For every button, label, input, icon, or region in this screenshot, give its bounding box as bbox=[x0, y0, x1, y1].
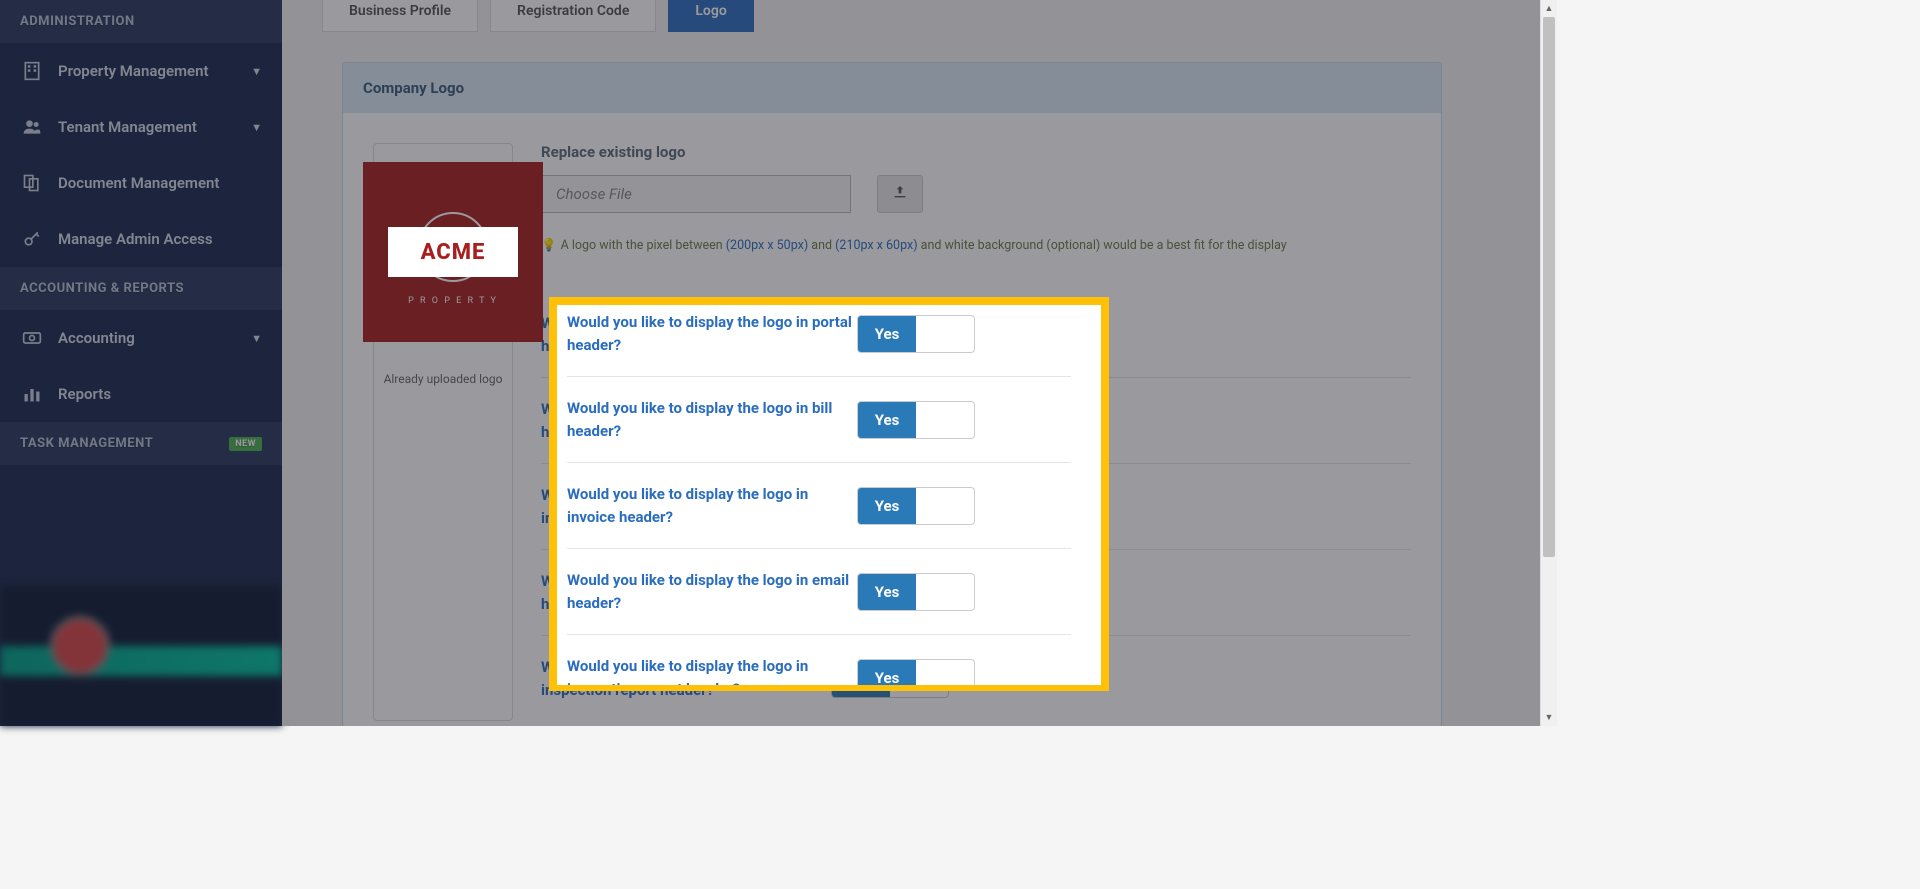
logo-subtext: P R O P E R T Y bbox=[408, 296, 498, 306]
option-bill-header-hl: Would you like to display the logo in bi… bbox=[567, 377, 1071, 463]
toggle-bill-hl[interactable]: Yes bbox=[857, 401, 975, 439]
file-input-placeholder: Choose File bbox=[556, 185, 632, 203]
logo-brand-text: ACME bbox=[388, 227, 518, 277]
sidebar-header-accounting: ACCOUNTING & REPORTS bbox=[0, 267, 282, 310]
highlight-content: Would you like to display the logo in po… bbox=[557, 305, 1101, 685]
toggle-yes: Yes bbox=[858, 660, 916, 686]
logo-preview-box: ACME P R O P E R T Y Already uploaded lo… bbox=[373, 143, 513, 721]
chart-icon bbox=[20, 384, 44, 404]
chevron-down-icon: ▼ bbox=[251, 121, 262, 134]
building-icon bbox=[20, 61, 44, 81]
option-label: Would you like to display the logo in po… bbox=[567, 311, 857, 356]
toggle-inspection-hl[interactable]: Yes bbox=[857, 659, 975, 686]
sidebar-item-tenant[interactable]: Tenant Management ▼ bbox=[0, 99, 282, 155]
option-label: Would you like to display the logo in em… bbox=[567, 569, 857, 614]
scrollbar-track[interactable]: ▲ ▼ bbox=[1540, 0, 1557, 726]
sidebar-header-label: TASK MANAGEMENT bbox=[20, 436, 153, 451]
already-uploaded-label: Already uploaded logo bbox=[384, 370, 503, 388]
option-inspection-header-hl: Would you like to display the logo in in… bbox=[567, 635, 1071, 685]
logo-image: ACME P R O P E R T Y bbox=[363, 162, 543, 342]
panel-title: Company Logo bbox=[343, 63, 1441, 113]
sidebar-item-label: Document Management bbox=[58, 174, 262, 192]
chevron-down-icon: ▼ bbox=[251, 65, 262, 78]
document-icon bbox=[20, 173, 44, 193]
file-input[interactable]: Choose File bbox=[541, 175, 851, 213]
toggle-off bbox=[916, 402, 974, 438]
sidebar-item-label: Reports bbox=[58, 385, 262, 403]
option-portal-header-hl: Would you like to display the logo in po… bbox=[567, 311, 1071, 377]
tab-business-profile[interactable]: Business Profile bbox=[322, 0, 478, 32]
sidebar-item-reports[interactable]: Reports bbox=[0, 366, 282, 422]
tabs-row: Business Profile Registration Code Logo bbox=[282, 0, 1557, 32]
toggle-off bbox=[916, 488, 974, 524]
upload-icon bbox=[892, 184, 908, 204]
sidebar-header-task: TASK MANAGEMENT NEW bbox=[0, 422, 282, 465]
replace-logo-label: Replace existing logo bbox=[541, 143, 1411, 161]
toggle-email-hl[interactable]: Yes bbox=[857, 573, 975, 611]
logo-size-hint: 💡A logo with the pixel between (200px x … bbox=[541, 235, 1411, 256]
sidebar-item-label: Tenant Management bbox=[58, 118, 251, 136]
scrollbar-down[interactable]: ▼ bbox=[1541, 709, 1557, 726]
scrollbar-thumb[interactable] bbox=[1543, 17, 1555, 557]
sidebar-item-label: Manage Admin Access bbox=[58, 230, 262, 248]
toggle-portal-hl[interactable]: Yes bbox=[857, 315, 975, 353]
tab-logo[interactable]: Logo bbox=[668, 0, 753, 32]
sidebar-item-accounting[interactable]: Accounting ▼ bbox=[0, 310, 282, 366]
upload-button[interactable] bbox=[877, 175, 923, 213]
toggle-off bbox=[916, 660, 974, 686]
option-invoice-header-hl: Would you like to display the logo in in… bbox=[567, 463, 1071, 549]
sidebar-bottom-widget bbox=[0, 586, 282, 726]
toggle-yes: Yes bbox=[858, 402, 916, 438]
tab-registration-code[interactable]: Registration Code bbox=[490, 0, 656, 32]
sidebar-item-label: Accounting bbox=[58, 329, 251, 347]
users-icon bbox=[20, 117, 44, 137]
toggle-off bbox=[916, 316, 974, 352]
lightbulb-icon: 💡 bbox=[541, 238, 557, 253]
option-label: Would you like to display the logo in bi… bbox=[567, 397, 857, 442]
sidebar-item-document[interactable]: Document Management bbox=[0, 155, 282, 211]
option-label: Would you like to display the logo in in… bbox=[567, 655, 857, 685]
toggle-yes: Yes bbox=[858, 574, 916, 610]
scrollbar-up[interactable]: ▲ bbox=[1541, 0, 1557, 17]
sidebar-header-administration: ADMINISTRATION bbox=[0, 0, 282, 43]
sidebar-item-label: Property Management bbox=[58, 62, 251, 80]
toggle-yes: Yes bbox=[858, 488, 916, 524]
option-email-header-hl: Would you like to display the logo in em… bbox=[567, 549, 1071, 635]
option-label: Would you like to display the logo in in… bbox=[567, 483, 857, 528]
money-icon bbox=[20, 328, 44, 348]
new-badge: NEW bbox=[229, 437, 262, 451]
toggle-yes: Yes bbox=[858, 316, 916, 352]
sidebar: ADMINISTRATION Property Management ▼ Ten… bbox=[0, 0, 282, 726]
key-icon bbox=[20, 229, 44, 249]
app-root: ADMINISTRATION Property Management ▼ Ten… bbox=[0, 0, 1557, 726]
toggle-invoice-hl[interactable]: Yes bbox=[857, 487, 975, 525]
chevron-down-icon: ▼ bbox=[251, 332, 262, 345]
toggle-off bbox=[916, 574, 974, 610]
sidebar-item-property[interactable]: Property Management ▼ bbox=[0, 43, 282, 99]
sidebar-item-admin-access[interactable]: Manage Admin Access bbox=[0, 211, 282, 267]
